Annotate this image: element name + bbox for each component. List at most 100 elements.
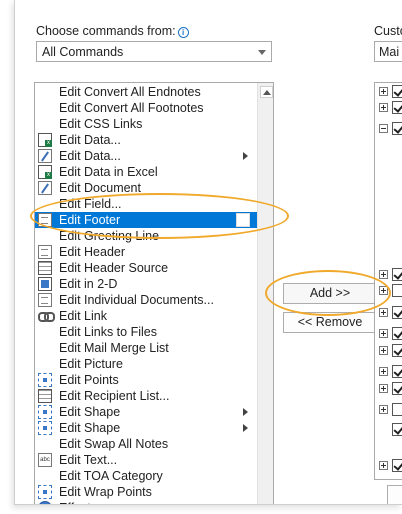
expand-plus-icon[interactable]: [379, 461, 388, 470]
expand-plus-icon[interactable]: [379, 103, 388, 112]
command-item-label: Edit Data in Excel: [59, 165, 158, 179]
text-icon: abc: [38, 453, 52, 467]
excel-data-icon: [38, 165, 52, 179]
command-item-label: Edit Recipient List...: [59, 389, 170, 403]
command-item[interactable]: Edit Individual Documents...: [35, 292, 257, 308]
expand-plus-icon[interactable]: [379, 308, 388, 317]
command-item[interactable]: Edit Link: [35, 308, 257, 324]
command-item-label: Edit Convert All Endnotes: [59, 85, 201, 99]
ribbon-tab-row[interactable]: [375, 381, 402, 397]
command-item[interactable]: Edit Picture: [35, 356, 257, 372]
command-item[interactable]: Effects: [35, 500, 257, 504]
ribbon-tab-row[interactable]: [375, 100, 402, 116]
command-item[interactable]: Edit Points: [35, 372, 257, 388]
command-item[interactable]: Edit Recipient List...: [35, 388, 257, 404]
recipient-list-icon: [38, 389, 52, 403]
ribbon-tab-checkbox[interactable]: [392, 365, 402, 378]
edit-document-icon: [38, 181, 52, 195]
command-item[interactable]: Edit Data...: [35, 132, 257, 148]
command-item[interactable]: Edit Convert All Endnotes: [35, 84, 257, 100]
points-icon: [38, 373, 52, 387]
ribbon-tab-row[interactable]: [375, 326, 402, 342]
ribbon-tab-checkbox[interactable]: [392, 101, 402, 114]
ribbon-tab-row[interactable]: [375, 343, 402, 359]
ribbon-tab-checkbox[interactable]: [392, 327, 402, 340]
commands-source-value: All Commands: [42, 45, 124, 59]
wrap-points-icon: [38, 485, 52, 499]
collapse-minus-icon[interactable]: [379, 124, 388, 133]
ribbon-tab-row[interactable]: [375, 458, 402, 474]
info-icon[interactable]: i: [177, 27, 189, 38]
command-item[interactable]: Edit Mail Merge List: [35, 340, 257, 356]
command-item[interactable]: Edit Wrap Points: [35, 484, 257, 500]
command-item-label: Edit Individual Documents...: [59, 293, 214, 307]
ribbon-tab-checkbox[interactable]: [392, 284, 402, 297]
ribbon-tab-checkbox[interactable]: [392, 382, 402, 395]
ribbon-tab-checkbox[interactable]: [392, 459, 402, 472]
command-item[interactable]: abc Edit Text...: [35, 452, 257, 468]
command-item-label: Edit Data...: [59, 133, 121, 147]
ribbon-tab-checkbox[interactable]: [392, 306, 402, 319]
command-item-label: Edit Convert All Footnotes: [59, 101, 204, 115]
command-item-label: Edit in 2-D: [59, 277, 118, 291]
command-item[interactable]: Edit in 2-D: [35, 276, 257, 292]
ribbon-tab-checkbox[interactable]: [392, 85, 402, 98]
expand-plus-icon[interactable]: [379, 384, 388, 393]
command-item-label: Edit Shape: [59, 421, 121, 435]
shape-icon: [38, 421, 52, 435]
new-tab-button[interactable]: Ne: [387, 485, 402, 504]
effects-icon: [38, 501, 52, 504]
command-item[interactable]: Edit Data in Excel: [35, 164, 257, 180]
ribbon-tab-row[interactable]: [375, 305, 402, 321]
submenu-arrow-icon: [243, 152, 248, 160]
expand-plus-icon[interactable]: [379, 329, 388, 338]
command-item[interactable]: Edit Swap All Notes: [35, 436, 257, 452]
command-item[interactable]: Edit Convert All Footnotes: [35, 100, 257, 116]
command-item-label: Edit Points: [59, 373, 119, 387]
individual-documents-icon: [38, 293, 52, 307]
customize-ribbon-label: Custo: [374, 24, 402, 38]
commands-source-dropdown[interactable]: All Commands: [36, 41, 272, 62]
command-item[interactable]: Edit Data...: [35, 148, 257, 164]
command-item[interactable]: Edit Links to Files: [35, 324, 257, 340]
command-item[interactable]: Edit Header: [35, 244, 257, 260]
ribbon-tabs-value: Mai: [379, 45, 400, 59]
ribbon-tab-checkbox[interactable]: [392, 344, 402, 357]
expand-plus-icon[interactable]: [379, 270, 388, 279]
shape-icon: [38, 405, 52, 419]
commands-list[interactable]: Effects Edit Wrap Points Edit TOA Category…: [34, 82, 274, 504]
ribbon-tab-checkbox[interactable]: [392, 403, 402, 416]
link-icon: [38, 309, 55, 323]
command-item-label: Edit Link: [59, 309, 107, 323]
scroll-up-arrow-icon[interactable]: [260, 86, 273, 98]
expand-plus-icon[interactable]: [379, 346, 388, 355]
ribbon-tab-row[interactable]: [375, 402, 402, 418]
expand-plus-icon[interactable]: [379, 87, 388, 96]
choose-commands-text: Choose commands from:: [36, 24, 176, 38]
highlight-ring-add-button: [265, 270, 391, 316]
command-item-label: Edit TOA Category: [59, 469, 163, 483]
header-source-icon: [38, 261, 52, 275]
command-item[interactable]: Edit TOA Category: [35, 468, 257, 484]
expand-plus-icon[interactable]: [379, 367, 388, 376]
highlight-ring-selected-command: [30, 193, 289, 239]
command-item-label: Edit Mail Merge List: [59, 341, 169, 355]
ribbon-tab-checkbox[interactable]: [392, 268, 402, 281]
ribbon-tab-checkbox[interactable]: [392, 122, 402, 135]
ribbon-tabs-dropdown[interactable]: Mai: [374, 41, 402, 62]
ribbon-tab-row[interactable]: [375, 364, 402, 380]
command-item[interactable]: Edit Shape: [35, 420, 257, 436]
command-item[interactable]: Edit Shape: [35, 404, 257, 420]
choose-commands-label: Choose commands from: i: [36, 24, 189, 38]
ribbon-tab-row[interactable]: [375, 121, 402, 137]
expand-plus-icon[interactable]: [379, 405, 388, 414]
command-item-label: Edit CSS Links: [59, 117, 143, 131]
command-item-label: Edit Header Source: [59, 261, 169, 275]
ribbon-tab-checkbox[interactable]: [392, 423, 402, 436]
ribbon-tab-row[interactable]: [375, 422, 402, 438]
command-item[interactable]: Edit CSS Links: [35, 116, 257, 132]
ribbon-tab-row[interactable]: [375, 84, 402, 100]
command-item-label: Edit Header: [59, 245, 126, 259]
excel-data-icon: [38, 133, 52, 147]
command-item[interactable]: Edit Header Source: [35, 260, 257, 276]
